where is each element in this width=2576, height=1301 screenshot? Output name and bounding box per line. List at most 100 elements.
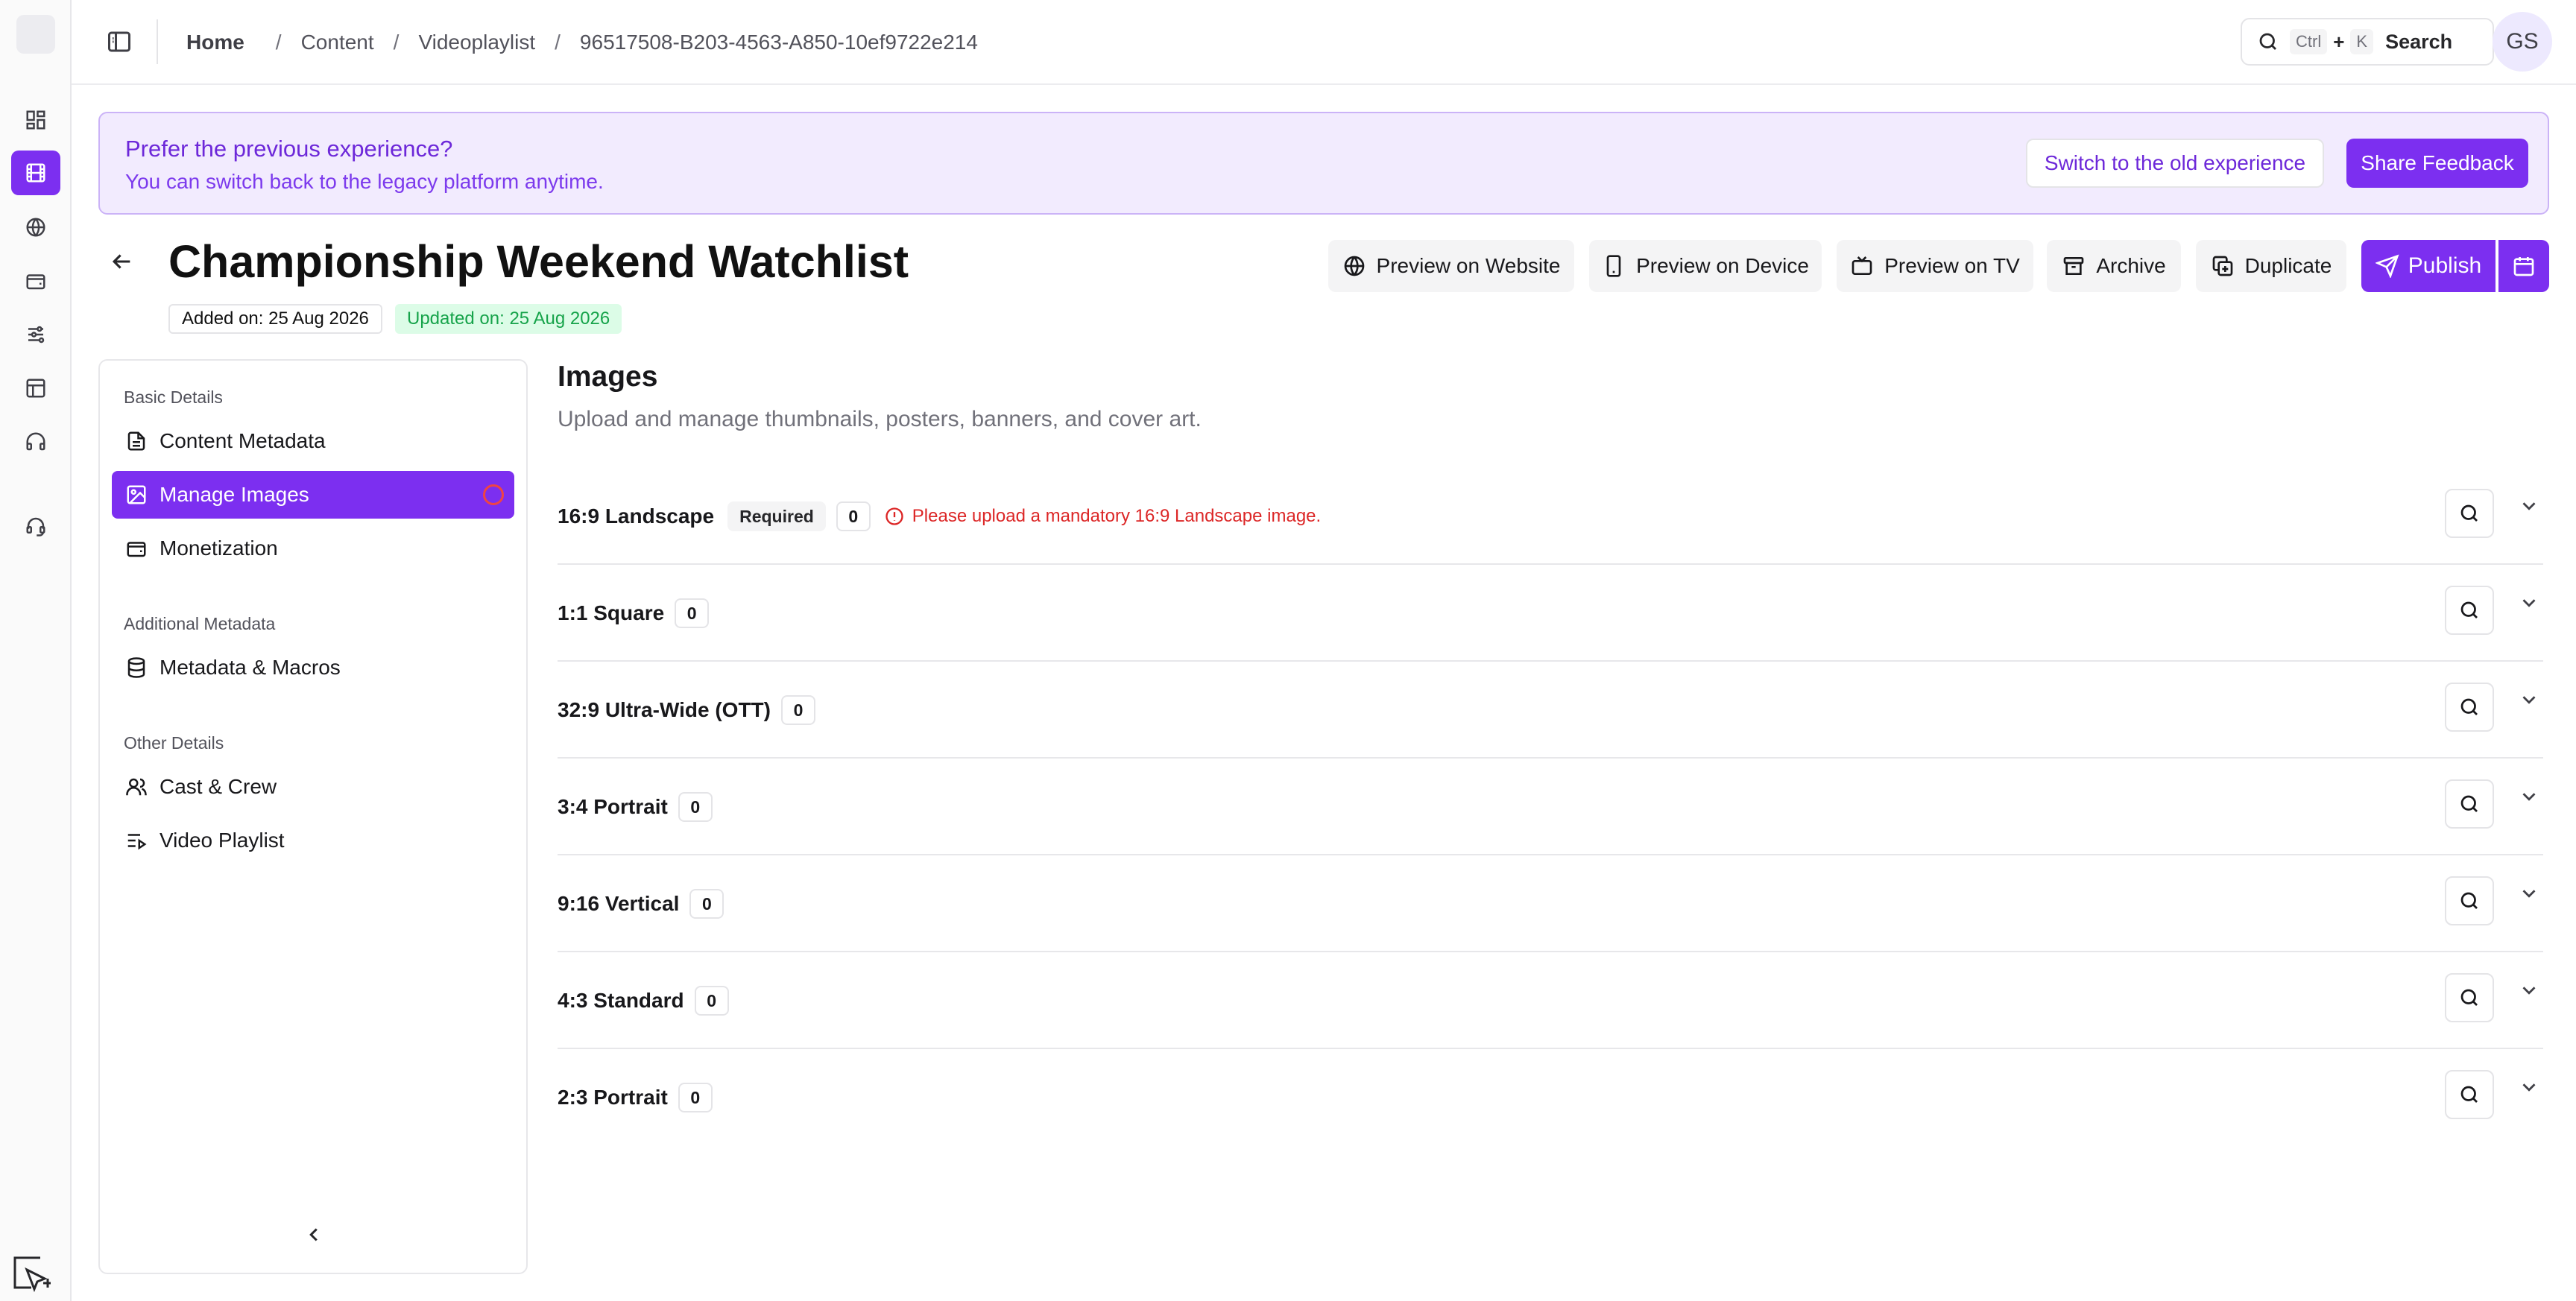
search-icon <box>2460 1086 2478 1103</box>
breadcrumb: Home / Content / Videoplaylist / 9651750… <box>186 0 978 85</box>
nav-item-metadata-macros[interactable]: Metadata & Macros <box>112 644 514 691</box>
image-count-badge: 0 <box>781 695 815 725</box>
preview-tv-label: Preview on TV <box>1884 254 2020 277</box>
avatar[interactable]: GS <box>2493 12 2552 72</box>
duplicate-button[interactable]: Duplicate <box>2196 240 2346 292</box>
breadcrumb-separator: / <box>555 31 561 54</box>
publish-button[interactable]: Publish <box>2361 240 2496 292</box>
headset-icon[interactable] <box>11 504 60 548</box>
banner-subtitle: You can switch back to the legacy platfo… <box>125 170 604 193</box>
chevron-down-icon[interactable] <box>2518 592 2540 614</box>
calendar-icon <box>2513 257 2534 276</box>
breadcrumb-videoplaylist[interactable]: Videoplaylist <box>418 31 535 54</box>
section-navigation-panel: Basic Details Content Metadata Manage Im… <box>98 359 528 1274</box>
warning-indicator-icon <box>483 484 504 505</box>
nav-item-cast-crew[interactable]: Cast & Crew <box>112 763 514 811</box>
search-icon <box>2460 989 2478 1006</box>
share-feedback-button[interactable]: Share Feedback <box>2346 139 2528 188</box>
image-type-row-9-16-vertical[interactable]: 9:16 Vertical 0 <box>558 855 2543 952</box>
image-type-label: 4:3 Standard <box>558 989 684 1012</box>
chevron-down-icon[interactable] <box>2518 785 2540 808</box>
search-images-button[interactable] <box>2445 489 2494 538</box>
chevron-down-icon[interactable] <box>2518 689 2540 711</box>
schedule-publish-button[interactable] <box>2498 240 2549 292</box>
switch-old-experience-button[interactable]: Switch to the old experience <box>2026 139 2324 188</box>
headphones-icon[interactable] <box>11 420 60 464</box>
search-images-button[interactable] <box>2445 586 2494 635</box>
search-images-button[interactable] <box>2445 973 2494 1022</box>
nav-item-label: Content Metadata <box>160 429 326 452</box>
section-heading-additional-metadata: Additional Metadata <box>124 614 276 633</box>
search-icon <box>2460 795 2478 812</box>
dashboard-icon[interactable] <box>11 98 60 142</box>
nav-item-video-playlist[interactable]: Video Playlist <box>112 817 514 864</box>
nav-item-label: Manage Images <box>160 483 309 506</box>
search-icon <box>2460 892 2478 909</box>
archive-label: Archive <box>2096 254 2166 277</box>
image-type-label: 9:16 Vertical <box>558 892 680 915</box>
search-images-button[interactable] <box>2445 876 2494 925</box>
film-icon[interactable] <box>11 151 60 195</box>
search-images-button[interactable] <box>2445 779 2494 829</box>
required-badge: Required <box>727 501 826 531</box>
database-icon <box>127 657 145 678</box>
shortcut-key-k: K <box>2350 29 2374 54</box>
image-icon <box>127 485 146 504</box>
image-type-row-32-9-ultra-wide[interactable]: 32:9 Ultra-Wide (OTT) 0 <box>558 662 2543 759</box>
chevron-down-icon[interactable] <box>2518 882 2540 905</box>
section-title: Images <box>558 361 658 393</box>
updated-date-badge: Updated on: 25 Aug 2026 <box>395 304 622 334</box>
divider <box>157 19 158 64</box>
image-type-row-3-4-portrait[interactable]: 3:4 Portrait 0 <box>558 759 2543 855</box>
validation-error: Please upload a mandatory 16:9 Landscape… <box>884 506 1321 527</box>
preview-device-button[interactable]: Preview on Device <box>1589 240 1822 292</box>
breadcrumb-separator: / <box>393 31 400 54</box>
nav-item-monetization[interactable]: Monetization <box>112 525 514 572</box>
nav-item-manage-images[interactable]: Manage Images <box>112 471 514 519</box>
app-logo[interactable] <box>16 15 55 54</box>
preview-tv-button[interactable]: Preview on TV <box>1837 240 2033 292</box>
top-bar: Home / Content / Videoplaylist / 9651750… <box>72 0 2576 85</box>
archive-button[interactable]: Archive <box>2047 240 2181 292</box>
search-label: Search <box>2385 30 2453 53</box>
validation-error-text: Please upload a mandatory 16:9 Landscape… <box>912 506 1322 526</box>
sliders-icon[interactable] <box>11 312 60 357</box>
image-type-row-2-3-portrait[interactable]: 2:3 Portrait 0 <box>558 1049 2543 1146</box>
smartphone-icon <box>1606 255 1621 277</box>
cursor-window-icon[interactable] <box>10 1252 54 1294</box>
search-icon <box>2460 698 2478 715</box>
image-type-label: 2:3 Portrait <box>558 1086 668 1109</box>
image-type-row-1-1-square[interactable]: 1:1 Square 0 <box>558 565 2543 662</box>
collapse-panel-chevron-icon[interactable] <box>303 1224 325 1246</box>
globe-icon[interactable] <box>11 205 60 250</box>
wallet-icon[interactable] <box>11 259 60 303</box>
search-button[interactable]: Ctrl + K Search <box>2241 18 2494 66</box>
wallet-icon <box>127 542 146 557</box>
nav-item-label: Cast & Crew <box>160 775 277 798</box>
send-icon <box>2375 254 2399 278</box>
image-type-row-16-9-landscape[interactable]: 16:9 Landscape Required 0 Please upload … <box>558 468 2543 565</box>
nav-item-label: Monetization <box>160 536 278 560</box>
breadcrumb-content[interactable]: Content <box>301 31 374 54</box>
search-icon <box>2460 601 2478 618</box>
preview-website-button[interactable]: Preview on Website <box>1328 240 1574 292</box>
chevron-down-icon[interactable] <box>2518 495 2540 517</box>
search-images-button[interactable] <box>2445 1070 2494 1119</box>
back-arrow-icon[interactable] <box>109 249 134 274</box>
image-type-label: 3:4 Portrait <box>558 795 668 818</box>
chevron-down-icon[interactable] <box>2518 979 2540 1001</box>
chevron-down-icon[interactable] <box>2518 1076 2540 1098</box>
search-images-button[interactable] <box>2445 683 2494 732</box>
image-count-badge: 0 <box>678 1083 713 1112</box>
duplicate-label: Duplicate <box>2244 254 2332 277</box>
nav-item-content-metadata[interactable]: Content Metadata <box>112 417 514 465</box>
image-count-badge: 0 <box>694 986 729 1016</box>
sidebar-toggle-icon[interactable] <box>106 28 133 55</box>
layout-icon[interactable] <box>11 366 60 411</box>
preview-device-label: Preview on Device <box>1636 254 1809 277</box>
breadcrumb-home[interactable]: Home <box>186 31 244 54</box>
list-video-icon <box>127 834 147 850</box>
breadcrumb-separator: / <box>275 31 282 54</box>
image-type-row-4-3-standard[interactable]: 4:3 Standard 0 <box>558 952 2543 1049</box>
search-icon <box>2259 33 2276 50</box>
